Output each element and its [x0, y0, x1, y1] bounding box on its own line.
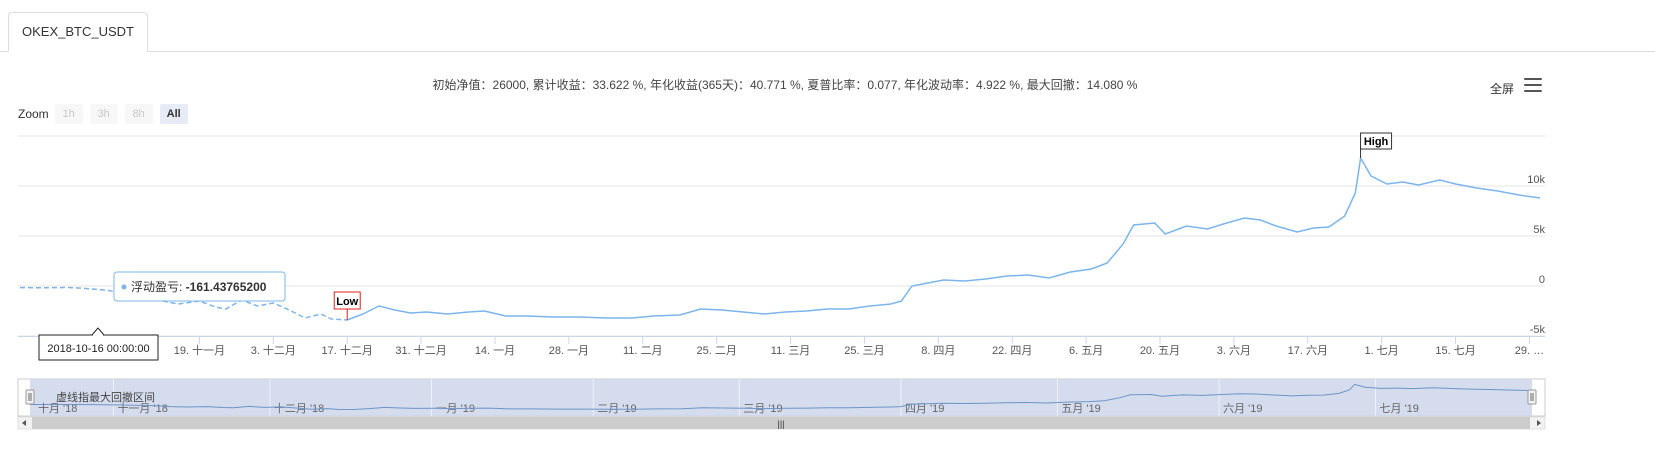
y-axis-ticks: -5k 0 5k 10k	[1527, 174, 1545, 336]
tooltip-series-dot	[121, 284, 127, 290]
equity-chart: -5k05k10k 5. 十一月19. 十一月3. 十二月17. 十二月31. …	[17, 132, 1546, 430]
navigator-left-handle[interactable]	[25, 389, 35, 405]
navigator-month-label: 七月 '19	[1380, 402, 1419, 415]
x-tick-label: 14. 一月	[475, 345, 515, 357]
scrollbar-grip: |||	[777, 419, 784, 429]
x-tick-label: 1. 七月	[1365, 344, 1399, 357]
navigator-month-label: 六月 '19	[1223, 402, 1262, 415]
x-tick-label: 25. 三月	[844, 345, 884, 357]
tooltip-date-pointer	[90, 327, 106, 336]
x-tick-label: 31. 十二月	[395, 343, 446, 357]
x-tick-label: 17. 六月	[1288, 344, 1328, 357]
y-tick-label: 5k	[1533, 224, 1545, 236]
x-tick-label: 6. 五月	[1069, 345, 1103, 357]
x-tick-label: 19. 十一月	[174, 343, 225, 357]
x-tick-label: 11. 二月	[623, 345, 663, 357]
navigator-right-handle[interactable]	[1527, 389, 1537, 405]
x-tick-label: 28. 一月	[549, 345, 589, 357]
x-tick-label: 11. 三月	[771, 345, 811, 357]
tooltip-value: -161.43765200	[186, 280, 267, 294]
navigator[interactable]: 十月 '18 十一月 '18 十二月 '18 一月 '19 二月 '19 三月 '19 四月…	[17, 378, 1546, 430]
high-flag-label: High	[1364, 136, 1389, 148]
y-tick-label: 10k	[1527, 174, 1545, 186]
x-tick-label: 15. 七月	[1435, 344, 1475, 357]
x-tick-label: 3. 十二月	[251, 343, 296, 357]
x-axis-ticks: 5. 十一月19. 十一月3. 十二月17. 十二月31. 十二月14. 一月2…	[103, 336, 1544, 357]
y-tick-label: -5k	[1530, 324, 1546, 336]
navigator-caption: 虚线指最大回撤区间	[56, 390, 155, 404]
tooltip-date: 2018-10-16 00:00:00	[47, 343, 149, 355]
low-flag-label: Low	[336, 296, 358, 308]
tooltip-text: 浮动盈亏: -161.43765200	[131, 280, 267, 294]
x-tick-label: 25. 二月	[696, 345, 736, 357]
tooltip-series-name: 浮动盈亏:	[131, 280, 186, 294]
x-tick-label: 8. 四月	[921, 345, 955, 357]
tooltip: 浮动盈亏: -161.43765200 2018-10-16 00:00:00	[38, 271, 286, 361]
x-tick-label: 29. …	[1515, 345, 1544, 357]
flags: Low High	[333, 132, 1393, 320]
navigator-month-label: 五月 '19	[1061, 403, 1100, 415]
x-tick-label: 3. 六月	[1217, 344, 1251, 357]
grid-lines	[18, 135, 1545, 337]
y-tick-label: 0	[1539, 274, 1545, 286]
x-tick-label: 22. 四月	[992, 345, 1032, 357]
x-tick-label: 20. 五月	[1140, 345, 1180, 357]
series-line	[346, 155, 1541, 321]
x-tick-label: 17. 十二月	[322, 343, 373, 357]
